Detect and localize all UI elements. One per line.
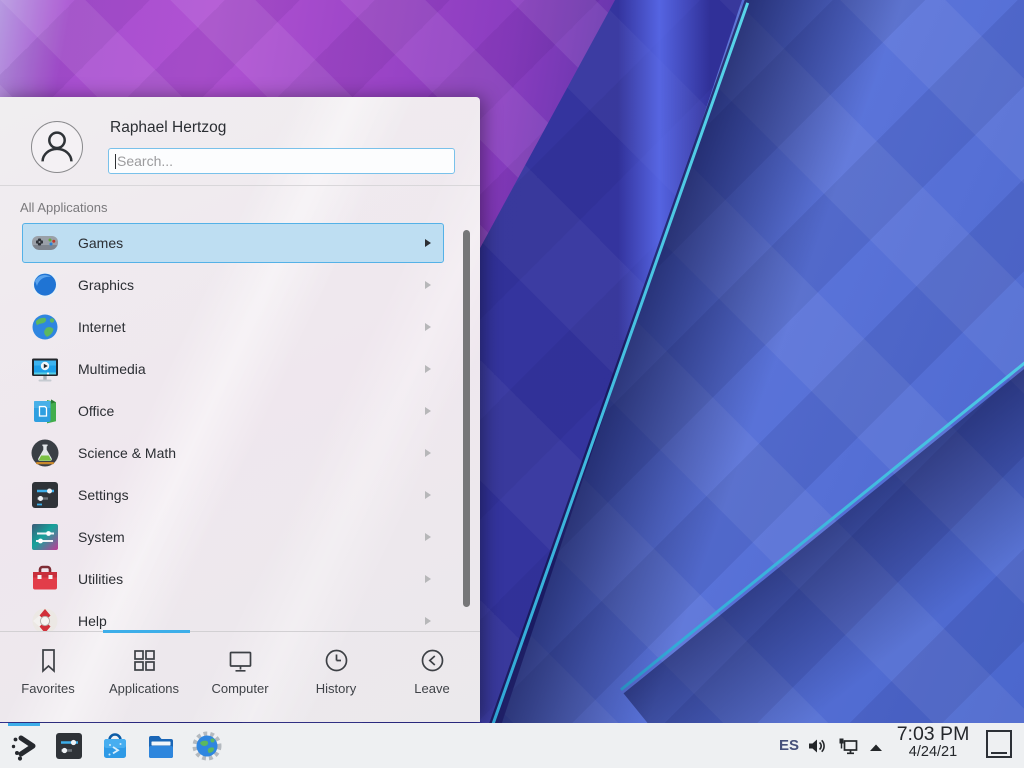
section-label: All Applications	[20, 200, 107, 215]
launcher-open-indicator	[8, 723, 40, 726]
submenu-arrow-icon	[425, 281, 431, 289]
file-manager-icon[interactable]	[146, 731, 176, 761]
search-placeholder: Search...	[117, 153, 173, 169]
show-desktop-button[interactable]	[986, 730, 1012, 758]
history-clock-icon	[323, 647, 350, 674]
tab-history[interactable]: History	[288, 632, 384, 722]
category-item[interactable]: System	[0, 516, 462, 558]
submenu-arrow-icon	[425, 323, 431, 331]
digital-clock[interactable]: 7:03 PM 4/24/21	[889, 724, 977, 761]
games-icon	[29, 227, 61, 259]
settings-icon	[29, 479, 61, 511]
tab-label: Leave	[414, 681, 449, 696]
submenu-arrow-icon	[425, 407, 431, 415]
category-item[interactable]: Office	[0, 390, 462, 432]
tab-favorites[interactable]: Favorites	[0, 632, 96, 722]
user-name: Raphael Hertzog	[110, 119, 226, 137]
category-item[interactable]: Settings	[0, 474, 462, 516]
keyboard-layout-indicator[interactable]: ES	[779, 737, 799, 754]
scrollbar-thumb[interactable]	[463, 230, 470, 607]
expand-tray-icon[interactable]	[865, 737, 887, 759]
leave-circle-icon	[419, 647, 446, 674]
network-icon[interactable]	[837, 735, 859, 757]
category-label: Internet	[78, 319, 125, 335]
submenu-arrow-icon	[425, 533, 431, 541]
tab-applications[interactable]: Applications	[96, 632, 192, 722]
science-icon	[29, 437, 61, 469]
system-settings-icon[interactable]	[54, 731, 84, 761]
web-browser-icon[interactable]	[192, 731, 222, 761]
text-caret	[115, 154, 116, 169]
category-label: Office	[78, 403, 114, 419]
launcher-header: Raphael Hertzog Search...	[0, 97, 480, 186]
active-tab-indicator	[103, 630, 190, 633]
tab-label: Computer	[211, 681, 268, 696]
taskbar: ES 7:03 PM 4/24/21	[0, 723, 1024, 768]
category-item[interactable]: Graphics	[0, 264, 462, 306]
multimedia-icon	[29, 353, 61, 385]
tab-label: Applications	[109, 681, 179, 696]
graphics-icon	[29, 269, 61, 301]
clock-date: 4/24/21	[889, 745, 977, 761]
launcher-footer-tabs: Favorites Applications Computer	[0, 631, 480, 722]
category-label: Settings	[78, 487, 129, 503]
category-item[interactable]: Games	[0, 222, 462, 264]
tab-leave[interactable]: Leave	[384, 632, 480, 722]
computer-monitor-icon	[227, 647, 254, 674]
system-icon	[29, 521, 61, 553]
category-label: Graphics	[78, 277, 134, 293]
category-list: Games Graphics Internet Multimedia Offic…	[0, 215, 462, 631]
category-item[interactable]: Help	[0, 600, 462, 631]
category-item[interactable]: Multimedia	[0, 348, 462, 390]
category-label: Utilities	[78, 571, 123, 587]
app-launcher-icon[interactable]	[9, 731, 39, 761]
application-launcher-menu: Raphael Hertzog Search... All Applicatio…	[0, 97, 480, 722]
submenu-arrow-icon	[425, 449, 431, 457]
submenu-arrow-icon	[425, 491, 431, 499]
category-label: Multimedia	[78, 361, 146, 377]
category-label: Games	[78, 235, 123, 251]
category-label: Help	[78, 613, 107, 629]
tab-label: Favorites	[21, 681, 74, 696]
category-item[interactable]: Utilities	[0, 558, 462, 600]
category-item[interactable]: Internet	[0, 306, 462, 348]
category-label: Science & Math	[78, 445, 176, 461]
help-icon	[29, 605, 61, 631]
internet-icon	[29, 311, 61, 343]
submenu-arrow-icon	[425, 575, 431, 583]
submenu-arrow-icon	[425, 617, 431, 625]
discover-icon[interactable]	[100, 731, 130, 761]
submenu-arrow-icon	[425, 239, 431, 247]
desktop: Raphael Hertzog Search... All Applicatio…	[0, 0, 1024, 768]
clock-time: 7:03 PM	[889, 724, 977, 745]
tab-computer[interactable]: Computer	[192, 632, 288, 722]
category-item[interactable]: Science & Math	[0, 432, 462, 474]
user-avatar[interactable]	[31, 121, 83, 173]
tab-label: History	[316, 681, 356, 696]
category-label: System	[78, 529, 125, 545]
favorites-bookmark-icon	[35, 647, 62, 674]
volume-icon[interactable]	[806, 735, 828, 757]
utilities-icon	[29, 563, 61, 595]
office-icon	[29, 395, 61, 427]
submenu-arrow-icon	[425, 365, 431, 373]
applications-grid-icon	[131, 647, 158, 674]
search-input[interactable]: Search...	[108, 148, 455, 174]
